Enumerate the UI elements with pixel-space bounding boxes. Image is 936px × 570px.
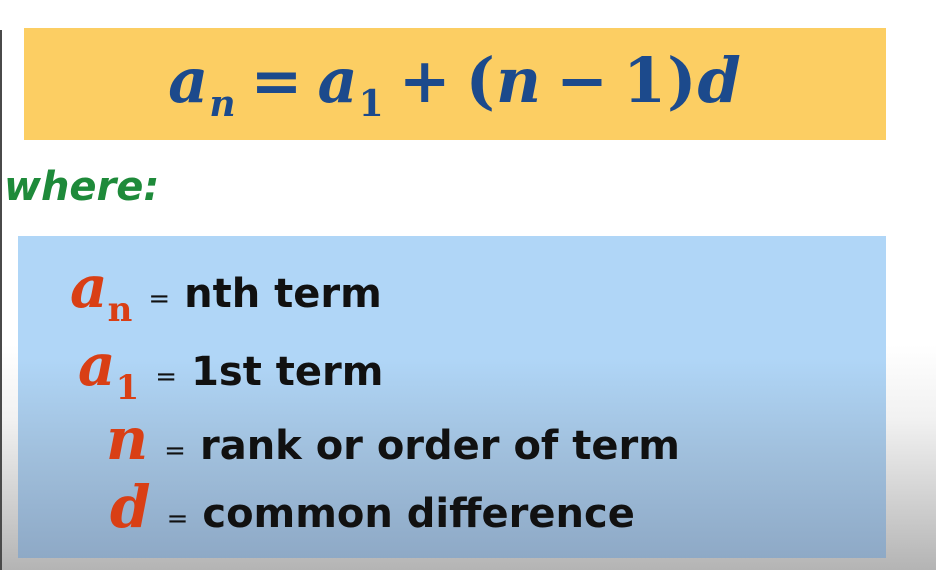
formula-minus: −: [556, 43, 610, 117]
definition-symbol: an: [70, 253, 133, 330]
definition-text: nth term: [184, 271, 382, 317]
formula-lhs-sub: n: [209, 82, 237, 125]
formula-open-paren: (: [465, 43, 496, 117]
formula-lhs-var: a: [168, 43, 210, 117]
definition-text: common difference: [202, 491, 635, 537]
formula-a-sub: 1: [358, 82, 385, 125]
left-border-line: [0, 30, 2, 570]
formula-banner: an = a1 + (n −1)d: [24, 28, 886, 140]
definition-symbol: n: [106, 405, 149, 473]
definition-symbol: a1: [78, 331, 140, 408]
formula-n-var: n: [496, 43, 543, 117]
definition-row-an: an = nth term: [70, 258, 382, 327]
definition-row-a1: a1 = 1st term: [78, 336, 383, 405]
definitions-panel: an = nth term a1 = 1st term n = rank or …: [18, 236, 886, 558]
definition-row-n: n = rank or order of term: [106, 410, 680, 469]
formula-a-var: a: [317, 43, 359, 117]
arithmetic-sequence-formula: an = a1 + (n −1)d: [168, 44, 742, 125]
definition-equals: =: [166, 504, 189, 534]
definition-equals: =: [155, 362, 178, 392]
formula-close-paren: ): [667, 43, 698, 117]
definition-equals: =: [148, 284, 171, 314]
formula-d-var: d: [697, 43, 742, 117]
definition-text: 1st term: [191, 349, 384, 395]
formula-one: 1: [623, 43, 668, 117]
definition-text: rank or order of term: [199, 423, 680, 469]
definition-symbol: d: [110, 473, 151, 541]
where-label: where:: [4, 164, 160, 210]
formula-equals: =: [250, 43, 304, 117]
definition-row-d: d = common difference: [110, 478, 635, 537]
formula-plus: +: [398, 43, 452, 117]
definition-equals: =: [164, 436, 186, 466]
